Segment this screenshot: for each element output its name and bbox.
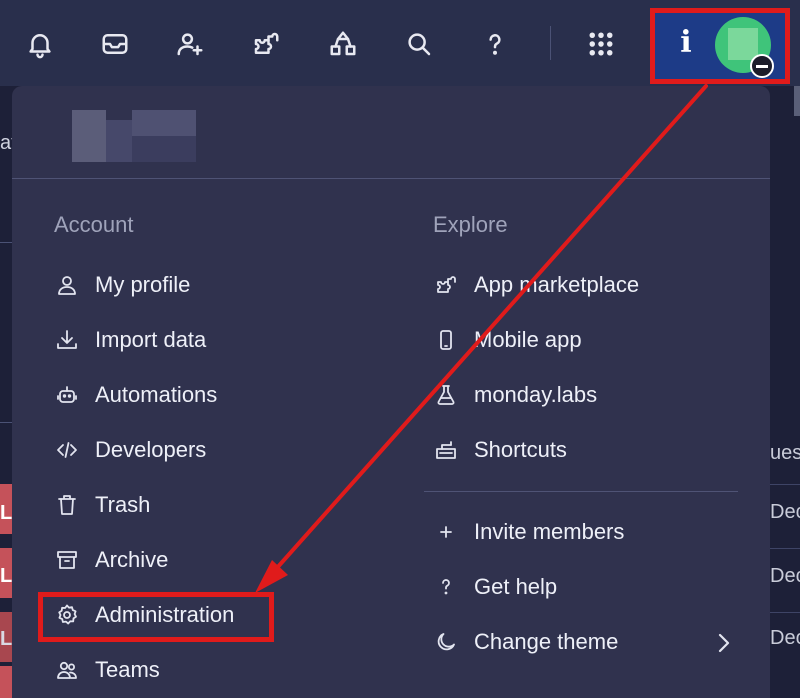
menu-item-label: App marketplace (474, 272, 640, 297)
mobile-icon (433, 327, 459, 353)
menu-item-shortcuts[interactable]: Shortcuts (433, 430, 567, 470)
menu-item-label: monday.labs (474, 382, 598, 407)
account-section-title: Account (54, 212, 134, 237)
background-cell: ues (770, 442, 800, 464)
menu-item-label: Import data (95, 327, 207, 352)
background-cell: Dec (770, 612, 800, 666)
app-grid-icon[interactable] (583, 24, 619, 64)
menu-item-label: Developers (95, 437, 207, 462)
menu-item-label: Invite members (474, 519, 625, 544)
menu-item-archive[interactable]: Archive (54, 540, 168, 580)
menu-item-my-profile[interactable]: My profile (54, 265, 190, 305)
plus-icon (433, 519, 459, 545)
menu-divider (424, 491, 738, 492)
menu-item-label: Archive (95, 547, 169, 572)
menu-item-change-theme[interactable]: Change theme (433, 622, 618, 662)
menu-item-app-marketplace[interactable]: App marketplace (433, 265, 639, 305)
search-icon[interactable] (401, 24, 437, 64)
blurred-user-name (72, 110, 196, 162)
background-row-letter: L (0, 502, 12, 524)
menu-item-monday-labs[interactable]: monday.labs (433, 375, 597, 415)
explore-section-title: Explore (433, 212, 508, 237)
invite-user-icon[interactable] (172, 24, 208, 64)
menu-item-label: Trash (95, 492, 151, 517)
menu-item-label: Shortcuts (474, 437, 567, 462)
menu-item-mobile-app[interactable]: Mobile app (433, 320, 582, 360)
background-row-letter: L (0, 565, 12, 587)
menu-item-label: Automations (95, 382, 218, 407)
code-icon (54, 437, 80, 463)
menu-item-teams[interactable]: Teams (54, 650, 160, 690)
menu-item-import-data[interactable]: Import data (54, 320, 206, 360)
moon-icon (433, 629, 459, 655)
question-icon (433, 574, 459, 600)
chevron-right-icon[interactable] (714, 628, 734, 658)
menu-item-invite-members[interactable]: Invite members (433, 512, 624, 552)
inbox-icon[interactable] (97, 24, 133, 64)
menu-item-trash[interactable]: Trash (54, 485, 150, 525)
menu-item-label: Change theme (474, 629, 619, 654)
info-icon[interactable]: i (676, 26, 696, 60)
toolbar-separator (550, 26, 551, 60)
menu-item-label: Teams (95, 657, 160, 682)
background-cell: Dec (770, 484, 800, 538)
background-row-marker (0, 666, 12, 698)
menu-item-label: Get help (474, 574, 558, 599)
menu-item-get-help[interactable]: Get help (433, 567, 557, 607)
page: at L L L ues Dec Dec Dec i (0, 0, 800, 698)
administration-highlight-box (38, 592, 274, 642)
robot-icon (54, 382, 80, 408)
scrollbar[interactable] (794, 86, 800, 116)
archive-icon (54, 547, 80, 573)
menu-item-developers[interactable]: Developers (54, 430, 206, 470)
menu-item-automations[interactable]: Automations (54, 375, 217, 415)
menu-item-label: Mobile app (474, 327, 582, 352)
puzzle-icon (433, 272, 459, 298)
status-minus-icon (750, 54, 774, 78)
bell-icon[interactable] (22, 24, 58, 64)
team-icon (54, 657, 80, 683)
menu-item-label: My profile (95, 272, 191, 297)
person-icon (54, 272, 80, 298)
download-icon (54, 327, 80, 353)
keyboard-icon (433, 437, 459, 463)
help-icon[interactable] (477, 24, 513, 64)
background-right-column (770, 86, 800, 698)
background-cell: Dec (770, 548, 800, 602)
menu-divider (12, 178, 770, 179)
apps-puzzle-icon[interactable] (248, 24, 284, 64)
background-edge-text: at (0, 132, 12, 154)
flask-icon (433, 382, 459, 408)
trash-icon (54, 492, 80, 518)
workflow-icon[interactable] (325, 24, 361, 64)
background-row-letter: L (0, 628, 12, 650)
